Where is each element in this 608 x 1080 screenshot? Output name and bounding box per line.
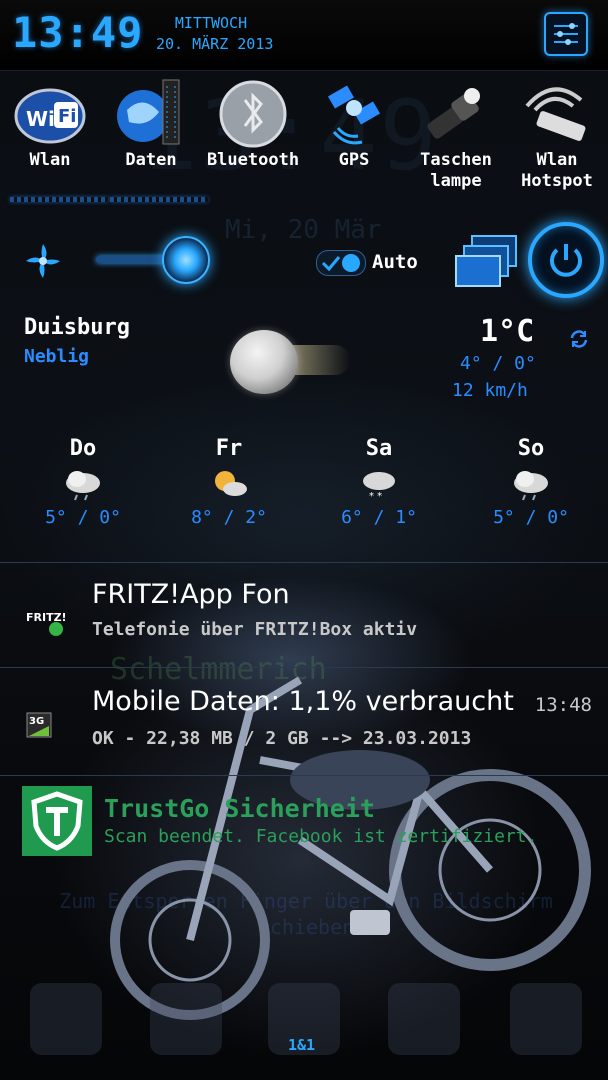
svg-text:3G: 3G bbox=[29, 716, 44, 727]
toggle-indicator bbox=[110, 197, 208, 202]
auto-brightness-toggle[interactable] bbox=[316, 250, 366, 276]
auto-brightness-label: Auto bbox=[372, 251, 418, 273]
fritz-app-icon: FRITZ! bbox=[26, 599, 67, 643]
toggle-indicator bbox=[10, 197, 108, 202]
toggle-label: Taschen lampe bbox=[420, 150, 492, 191]
toggle-wlan[interactable]: Wi Fi Wlan bbox=[0, 76, 100, 171]
weather-condition: Neblig bbox=[24, 346, 90, 367]
dock-camera-icon[interactable] bbox=[510, 983, 582, 1055]
moon-weather-icon bbox=[230, 330, 298, 394]
notification-time: 13:48 bbox=[534, 694, 592, 716]
status-header: 13:49 MITTWOCH 20. MÄRZ 2013 bbox=[0, 0, 608, 71]
dock-app-icon[interactable] bbox=[388, 983, 460, 1055]
forecast-temps: 6° / 1° bbox=[341, 507, 417, 528]
toggle-label: Bluetooth bbox=[206, 150, 300, 170]
wifi-icon: Wi Fi bbox=[12, 76, 88, 150]
svg-text:* *: * * bbox=[369, 491, 382, 501]
forecast-day: Sa * * 6° / 1° bbox=[324, 436, 434, 528]
weather-city[interactable]: Duisburg bbox=[24, 315, 130, 340]
forecast-temps: 5° / 0° bbox=[493, 507, 569, 528]
notification-title: Mobile Daten: 1,1% verbraucht bbox=[92, 686, 514, 717]
weekday: MITTWOCH bbox=[174, 14, 248, 32]
date[interactable]: 20. MÄRZ 2013 bbox=[156, 35, 273, 53]
wallpaper-date-text: Mi, 20 Mär bbox=[225, 215, 382, 245]
settings-grid-icon[interactable] bbox=[544, 12, 588, 56]
current-temperature: 1°C bbox=[480, 314, 535, 349]
partly-sunny-icon bbox=[209, 465, 249, 501]
notification-mobile-data[interactable]: 3G Mobile Daten: 1,1% verbraucht 13:48 O… bbox=[0, 670, 608, 776]
dock-phone-icon[interactable] bbox=[30, 983, 102, 1055]
forecast-day-name: Sa bbox=[365, 436, 393, 461]
notification-title: TrustGo Sicherheit bbox=[104, 794, 375, 823]
forecast-temps: 5° / 0° bbox=[45, 507, 121, 528]
carrier-label: 1&1 bbox=[288, 1036, 316, 1054]
notification-subtitle: Telefonie über FRITZ!Box aktiv bbox=[92, 619, 418, 640]
forecast-day-name: Do bbox=[69, 436, 97, 461]
brightness-icon[interactable] bbox=[22, 240, 64, 282]
toggle-label: GPS bbox=[338, 150, 370, 170]
toggle-daten[interactable]: Daten bbox=[101, 76, 201, 171]
bluetooth-icon bbox=[215, 76, 291, 150]
rain-cloud-icon bbox=[63, 465, 103, 501]
notification-title: FRITZ!App Fon bbox=[92, 579, 290, 610]
notification-subtitle: OK - 22,38 MB / 2 GB --> 23.03.2013 bbox=[92, 728, 472, 749]
mobile-data-icon bbox=[113, 76, 189, 150]
brightness-slider-knob[interactable] bbox=[162, 236, 210, 284]
forecast-day: Do 5° / 0° bbox=[28, 436, 138, 528]
current-high-low: 4° / 0° bbox=[460, 353, 536, 374]
hotspot-router-icon bbox=[519, 76, 595, 150]
gps-satellite-icon bbox=[316, 76, 392, 150]
flashlight-icon bbox=[418, 76, 494, 150]
dock-app-icon[interactable] bbox=[150, 983, 222, 1055]
forecast-day: So 5° / 0° bbox=[476, 436, 586, 528]
toggle-label: Daten bbox=[125, 150, 177, 170]
forecast-temps: 8° / 2° bbox=[191, 507, 267, 528]
moon-glow bbox=[290, 345, 350, 375]
wind-speed: 12 km/h bbox=[452, 380, 528, 401]
trustgo-shield-icon bbox=[22, 786, 92, 860]
snow-cloud-icon: * * bbox=[359, 465, 399, 502]
forecast-day: Fr 8° / 2° bbox=[174, 436, 284, 528]
notification-fritz[interactable]: FRITZ! FRITZ!App Fon Telefonie über FRIT… bbox=[0, 562, 608, 668]
3g-data-icon: 3G bbox=[26, 712, 52, 742]
svg-text:Wi: Wi bbox=[26, 107, 55, 131]
clock[interactable]: 13:49 bbox=[12, 8, 143, 57]
toggle-wlan-hotspot[interactable]: Wlan Hotspot bbox=[507, 76, 607, 192]
power-button[interactable] bbox=[528, 222, 604, 298]
svg-text:Fi: Fi bbox=[58, 106, 76, 127]
toggle-bluetooth[interactable]: Bluetooth bbox=[203, 76, 303, 171]
toggle-gps[interactable]: GPS bbox=[304, 76, 404, 171]
toggle-label: Wlan bbox=[29, 150, 71, 170]
refresh-icon[interactable] bbox=[568, 328, 590, 350]
toggle-label: Wlan Hotspot bbox=[521, 150, 593, 191]
forecast-day-name: Fr bbox=[215, 436, 243, 461]
notification-subtitle: Scan beendet. Facebook ist zertifiziert. bbox=[104, 826, 538, 847]
screen-timeout-icon[interactable] bbox=[452, 234, 520, 292]
forecast-day-name: So bbox=[517, 436, 545, 461]
svg-text:FRITZ!: FRITZ! bbox=[26, 611, 66, 624]
rain-cloud-icon bbox=[511, 465, 551, 501]
toggle-taschenlampe[interactable]: Taschen lampe bbox=[406, 76, 506, 192]
